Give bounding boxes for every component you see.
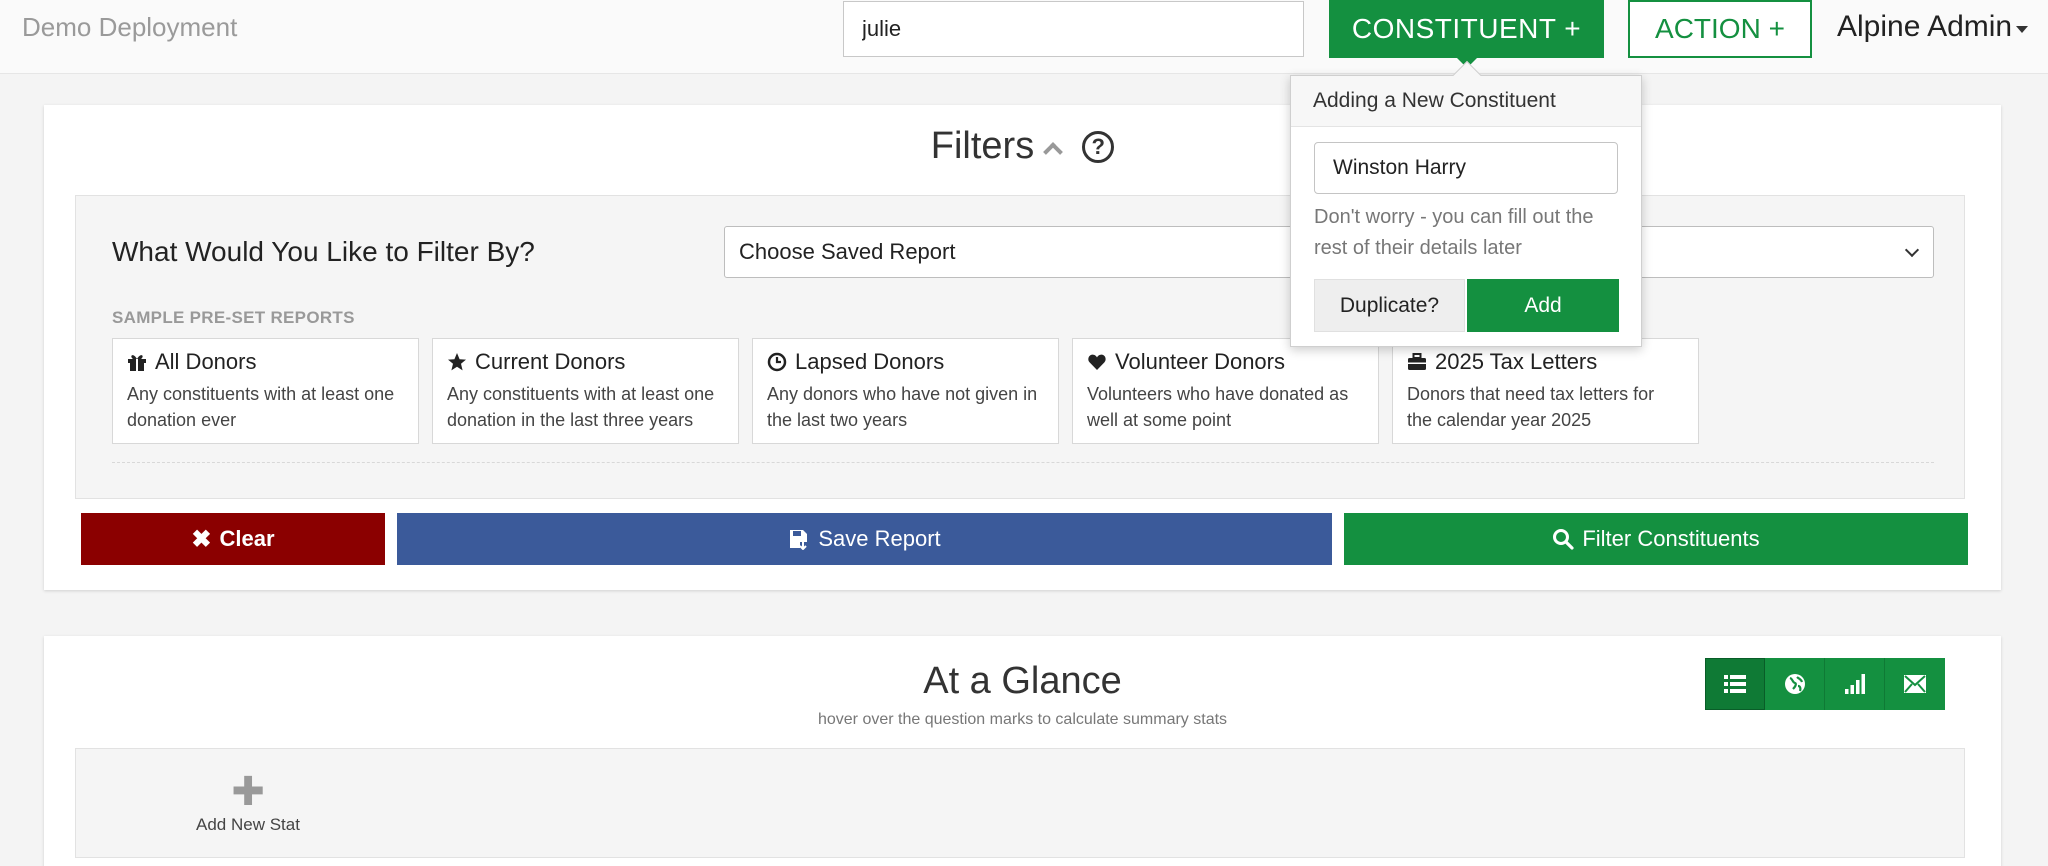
map-view-button[interactable] [1765, 658, 1825, 710]
chart-view-button[interactable] [1825, 658, 1885, 710]
glance-subtitle: hover over the question marks to calcula… [817, 711, 1228, 728]
list-view-button[interactable] [1705, 658, 1765, 710]
caret-down-icon [2016, 25, 2029, 33]
add-stat-button[interactable]: ✚ Add New Stat [196, 770, 300, 835]
gift-icon [128, 355, 146, 371]
filters-panel: Filters ? What Would You Like to Filter … [44, 105, 2001, 590]
report-title: 2025 Tax Letters [1435, 349, 1598, 374]
plus-icon: ✚ [231, 770, 265, 814]
duplicate-check-button[interactable]: Duplicate? [1314, 279, 1465, 332]
chevron-up-icon[interactable] [1043, 141, 1064, 162]
heart-icon [1088, 354, 1106, 370]
report-desc: Any constituents with at least one donat… [127, 384, 395, 430]
report-desc: Any donors who have not given in the las… [767, 384, 1038, 430]
report-card-all-donors[interactable]: All Donors Any constituents with at leas… [112, 338, 419, 444]
email-view-button[interactable] [1885, 658, 1945, 710]
glance-panel: At a Glance hover over the question mark… [44, 636, 2001, 866]
report-desc: Donors that need tax letters for the cal… [1407, 384, 1655, 430]
filters-heading: Filters ? [44, 125, 2001, 168]
search-icon [1553, 529, 1574, 550]
report-card-volunteer-donors[interactable]: Volunteer Donors Volunteers who have don… [1072, 338, 1379, 444]
new-constituent-popover: Adding a New Constituent Don't worry - y… [1290, 60, 1642, 347]
report-cards: All Donors Any constituents with at leas… [112, 338, 1699, 444]
constituent-name-input[interactable] [1314, 142, 1618, 194]
save-icon [790, 530, 808, 550]
report-desc: Any constituents with at least one donat… [447, 384, 715, 430]
report-card-tax-letters[interactable]: 2025 Tax Letters Donors that need tax le… [1392, 338, 1699, 444]
add-constituent-label: CONSTITUENT + [1351, 13, 1582, 44]
brand-name[interactable]: Demo Deployment [22, 12, 237, 43]
report-desc: Volunteers who have donated as well at s… [1087, 384, 1349, 430]
list-icon [1724, 675, 1746, 693]
saved-report-value: Choose Saved Report [739, 239, 956, 264]
chevron-down-icon [1904, 242, 1920, 258]
clear-label: Clear [219, 526, 275, 551]
question-circle-icon[interactable]: ? [1082, 130, 1115, 163]
filter-constituents-button[interactable]: Filter Constituents [1344, 513, 1968, 565]
search-input[interactable] [843, 1, 1304, 57]
user-name: Alpine Admin [1837, 10, 2013, 43]
filter-box: What Would You Like to Filter By? Choose… [75, 195, 1965, 499]
filters-title: Filters [930, 125, 1035, 167]
report-card-lapsed-donors[interactable]: Lapsed Donors Any donors who have not gi… [752, 338, 1059, 444]
report-title: Current Donors [475, 349, 626, 374]
report-card-current-donors[interactable]: Current Donors Any constituents with at … [432, 338, 739, 444]
report-title: Volunteer Donors [1115, 349, 1285, 374]
add-constituent-submit-button[interactable]: Add [1467, 279, 1619, 332]
save-report-button[interactable]: Save Report [397, 513, 1332, 565]
user-menu[interactable]: Alpine Admin [1837, 10, 2029, 44]
popover-note: Don't worry - you can fill out the rest … [1314, 206, 1594, 259]
clear-button[interactable]: ✖ Clear [81, 513, 385, 565]
sample-reports-label: SAMPLE PRE-SET REPORTS [112, 308, 355, 327]
view-toggle-group [1705, 658, 1945, 710]
envelope-icon [1904, 675, 1926, 693]
filter-question: What Would You Like to Filter By? [112, 236, 535, 267]
clock-icon [767, 352, 787, 372]
star-icon [448, 353, 466, 371]
filter-constituents-label: Filter Constituents [1582, 526, 1760, 551]
add-stat-label: Add New Stat [196, 815, 300, 834]
top-bar: Demo Deployment CONSTITUENT + ACTION + A… [0, 0, 2048, 74]
times-icon: ✖ [191, 525, 212, 553]
popover-title: Adding a New Constituent [1291, 76, 1641, 127]
add-action-button[interactable]: ACTION + [1628, 0, 1812, 58]
add-constituent-button[interactable]: CONSTITUENT + [1329, 0, 1604, 68]
report-title: Lapsed Donors [795, 349, 945, 374]
save-report-label: Save Report [818, 526, 941, 551]
divider [112, 462, 1934, 463]
report-title: All Donors [155, 349, 257, 374]
bar-chart-icon [1844, 674, 1865, 694]
stats-box: ✚ Add New Stat [75, 748, 1965, 858]
briefcase-icon [1408, 353, 1426, 370]
globe-icon [1784, 674, 1805, 694]
